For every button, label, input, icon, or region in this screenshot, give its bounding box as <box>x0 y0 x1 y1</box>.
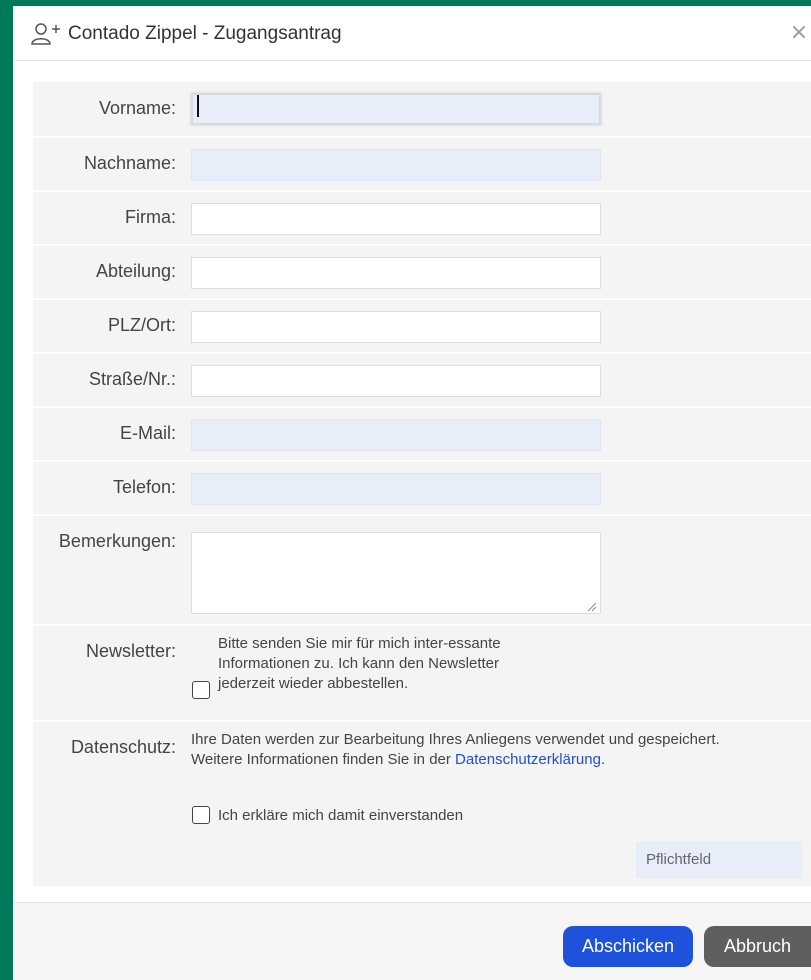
label-firma: Firma: <box>125 207 176 227</box>
submit-button[interactable]: Abschicken <box>563 926 693 967</box>
row-email: E-Mail: <box>33 408 811 462</box>
label-datenschutz: Datenschutz: <box>70 737 176 757</box>
cancel-button[interactable]: Abbruch <box>704 926 811 967</box>
newsletter-text: Bitte senden Sie mir für mich inter-essa… <box>218 635 501 692</box>
firma-input[interactable] <box>191 203 601 235</box>
row-datenschutz: Datenschutz: Ihre Daten werden zur Bearb… <box>33 722 811 886</box>
row-vorname: Vorname: <box>33 82 811 138</box>
privacy-consent-label: Ich erkläre mich damit einverstanden <box>218 807 464 824</box>
label-newsletter: Newsletter: <box>85 641 176 661</box>
text-caret <box>197 95 199 117</box>
close-icon[interactable]: × <box>789 22 809 44</box>
label-abteilung: Abteilung: <box>95 261 176 281</box>
privacy-text-line2: Weitere Informationen finden Sie in der <box>191 751 456 768</box>
row-plz-ort: PLZ/Ort: <box>33 300 811 354</box>
row-newsletter: Newsletter: Bitte senden Sie mir für mic… <box>33 626 811 722</box>
privacy-consent-checkbox[interactable] <box>192 806 210 824</box>
row-strasse: Straße/Nr.: <box>33 354 811 408</box>
row-firma: Firma: <box>33 192 811 246</box>
abteilung-input[interactable] <box>191 257 601 289</box>
newsletter-checkbox[interactable] <box>192 681 210 699</box>
dialog-title: Contado Zippel - Zugangsantrag <box>68 23 342 44</box>
privacy-text: Ihre Daten werden zur Bearbeitung Ihres … <box>191 730 771 770</box>
row-telefon: Telefon: <box>33 462 811 516</box>
resize-handle-icon[interactable] <box>585 600 597 612</box>
label-strasse: Straße/Nr.: <box>88 369 176 389</box>
label-bemerkungen: Bemerkungen: <box>58 531 176 551</box>
telefon-input[interactable] <box>191 473 601 505</box>
privacy-text-period: . <box>600 751 606 768</box>
plz-ort-input[interactable] <box>191 311 601 343</box>
access-request-dialog: Contado Zippel - Zugangsantrag × Vorname… <box>13 6 811 980</box>
label-nachname: Nachname: <box>83 153 176 173</box>
label-vorname: Vorname: <box>98 98 176 118</box>
privacy-text-line1: Ihre Daten werden zur Bearbeitung Ihres … <box>191 731 720 748</box>
row-bemerkungen: Bemerkungen: <box>33 516 811 626</box>
email-input[interactable] <box>191 419 601 451</box>
nachname-input[interactable] <box>191 149 601 181</box>
strasse-input[interactable] <box>191 365 601 397</box>
vorname-input[interactable] <box>191 93 601 125</box>
label-plz-ort: PLZ/Ort: <box>107 315 176 335</box>
row-nachname: Nachname: <box>33 138 811 192</box>
dialog-footer: Abschicken Abbruch <box>13 902 811 980</box>
row-abteilung: Abteilung: <box>33 246 811 300</box>
required-field-legend: Pflichtfeld <box>636 842 802 878</box>
dialog-titlebar: Contado Zippel - Zugangsantrag × <box>13 6 811 61</box>
privacy-policy-link[interactable]: Datenschutzerklärung <box>455 751 601 768</box>
user-add-icon <box>31 23 60 45</box>
bemerkungen-textarea[interactable] <box>191 532 601 614</box>
label-telefon: Telefon: <box>112 477 176 497</box>
label-email: E-Mail: <box>119 423 176 443</box>
